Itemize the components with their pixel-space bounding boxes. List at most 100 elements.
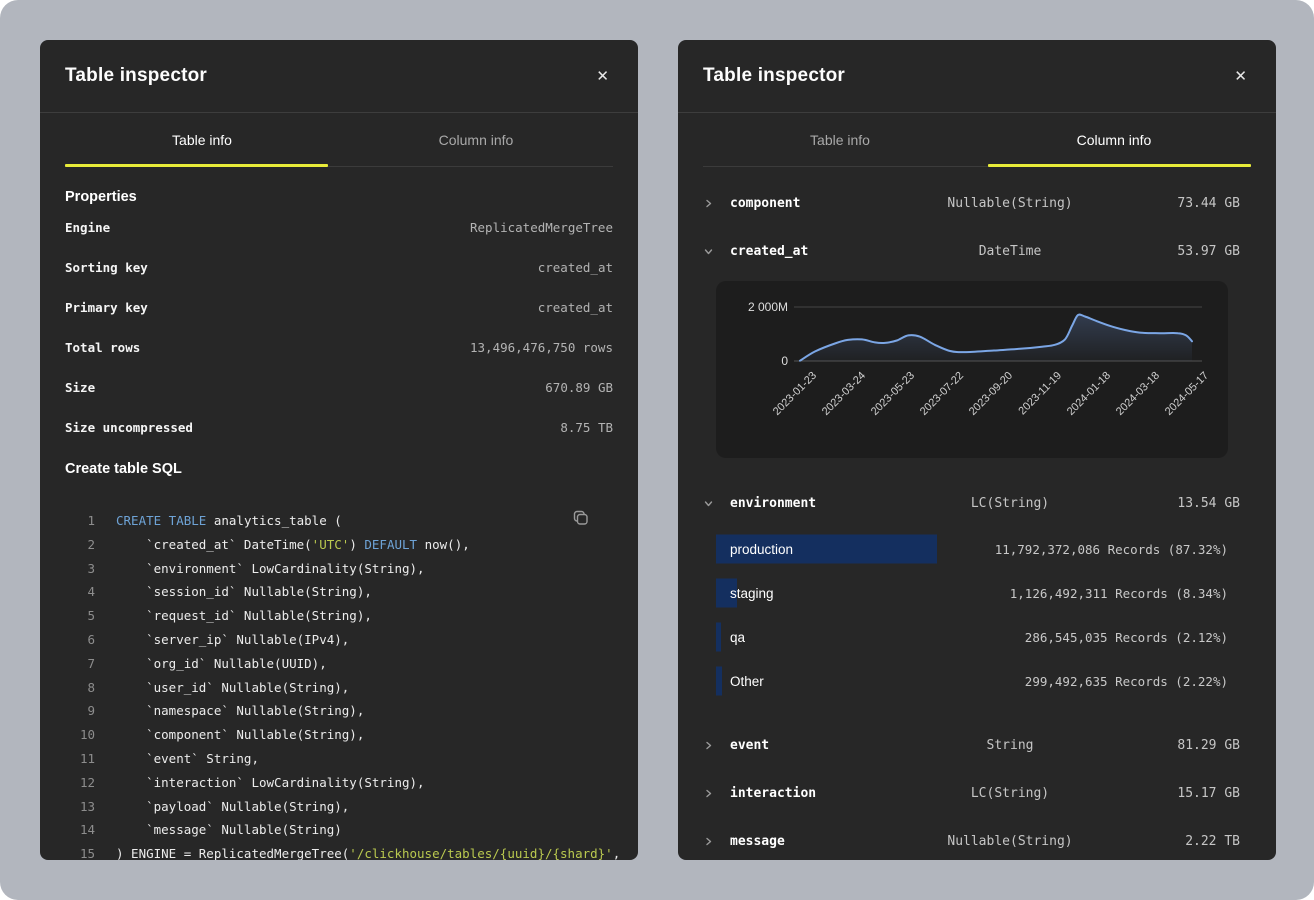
svg-text:2023-11-19: 2023-11-19 (1016, 370, 1064, 418)
environment-value-row: production11,792,372,086 Records (87.32%… (716, 527, 1228, 571)
chevron-right-icon[interactable] (686, 198, 730, 209)
chevron-right-icon[interactable] (686, 740, 730, 751)
environment-value-row: staging1,126,492,311 Records (8.34%) (716, 571, 1228, 615)
modal-title: Table inspector (703, 65, 845, 87)
tab-column-info[interactable]: Column info (977, 113, 1251, 166)
modal-header: Table inspector ✕ (40, 40, 638, 113)
column-type: LC(String) (890, 786, 1130, 801)
column-row-event[interactable]: eventString81.29 GB (678, 721, 1276, 769)
tab-table-info[interactable]: Table info (65, 113, 339, 166)
tab-bar: Table info Column info (703, 113, 1251, 167)
sql-token: ) ENGINE = ReplicatedMergeTree( (116, 846, 349, 860)
sql-token: `created_at` DateTime( (116, 537, 312, 552)
value-records: 286,545,035 Records (2.12%) (1025, 630, 1228, 645)
sql-token: `environment` LowCardinality(String), (116, 561, 425, 576)
sql-code-line: 10 `component` Nullable(String), (65, 723, 613, 747)
modal-header: Table inspector ✕ (678, 40, 1276, 113)
line-number: 10 (65, 723, 95, 747)
line-number: 12 (65, 771, 95, 795)
sql-code-line: 12 `interaction` LowCardinality(String), (65, 771, 613, 795)
sql-token: '/clickhouse/tables/{uuid}/{shard}' (349, 846, 612, 860)
chevron-down-icon[interactable] (686, 246, 730, 257)
line-number: 15 (65, 842, 95, 860)
chevron-down-icon[interactable] (686, 498, 730, 509)
value-records: 299,492,635 Records (2.22%) (1025, 674, 1228, 689)
property-label: Size (65, 380, 95, 395)
column-name: component (730, 196, 890, 211)
close-icon[interactable]: ✕ (592, 65, 613, 88)
sql-code-line: 2 `created_at` DateTime('UTC') DEFAULT n… (65, 533, 613, 557)
svg-text:2024-05-17: 2024-05-17 (1163, 370, 1211, 418)
svg-text:2024-03-18: 2024-03-18 (1114, 370, 1162, 418)
sql-token: `request_id` Nullable(String), (116, 608, 372, 623)
chevron-right-icon[interactable] (686, 836, 730, 847)
value-label: staging (730, 586, 774, 601)
sql-code-line: 6 `server_ip` Nullable(IPv4), (65, 628, 613, 652)
sql-token: `server_ip` Nullable(IPv4), (116, 632, 349, 647)
column-size: 2.22 TB (1130, 834, 1240, 849)
property-label: Size uncompressed (65, 420, 193, 435)
column-name: interaction (730, 786, 890, 801)
column-type: LC(String) (890, 496, 1130, 511)
property-row: Primary keycreated_at (40, 287, 638, 327)
sql-code-line: 5 `request_id` Nullable(String), (65, 604, 613, 628)
sql-code-block: 1CREATE TABLE analytics_table (2 `create… (65, 509, 613, 860)
column-name: environment (730, 496, 890, 511)
table-inspector-modal-table-info: Table inspector ✕ Table info Column info… (40, 40, 638, 860)
sql-code-text: `org_id` Nullable(UUID), (116, 652, 327, 676)
column-row-created_at[interactable]: created_atDateTime53.97 GB (678, 227, 1276, 275)
property-row: Sorting key created_at (40, 247, 638, 287)
sql-code-text: `namespace` Nullable(String), (116, 699, 364, 723)
sql-token: `org_id` Nullable(UUID), (116, 656, 327, 671)
property-value: created_at (538, 260, 613, 275)
tab-table-info[interactable]: Table info (703, 113, 977, 166)
sql-token: CREATE TABLE (116, 513, 206, 528)
sql-token: analytics_table ( (206, 513, 341, 528)
line-number: 6 (65, 628, 95, 652)
column-list: componentNullable(String)73.44 GBcreated… (678, 167, 1276, 860)
tab-bar: Table info Column info (65, 113, 613, 167)
property-value: 13,496,476,750 rows (470, 340, 613, 355)
column-row-environment[interactable]: environmentLC(String)13.54 GB (678, 479, 1276, 527)
line-number: 13 (65, 795, 95, 819)
property-value: ReplicatedMergeTree (470, 220, 613, 235)
sql-code-text: `component` Nullable(String), (116, 723, 364, 747)
svg-text:2023-09-20: 2023-09-20 (967, 370, 1015, 418)
sql-code-text: `environment` LowCardinality(String), (116, 557, 425, 581)
property-label: Sorting key (65, 260, 148, 275)
sql-code-text: `message` Nullable(String) (116, 818, 342, 842)
line-number: 8 (65, 676, 95, 700)
chevron-right-icon[interactable] (686, 788, 730, 799)
svg-text:2023-05-23: 2023-05-23 (869, 370, 917, 418)
column-row-message[interactable]: messageNullable(String)2.22 TB (678, 817, 1276, 860)
sql-code-line: 15 ) ENGINE = ReplicatedMergeTree('/click… (65, 842, 613, 860)
copy-icon[interactable] (570, 507, 591, 531)
column-row-component[interactable]: componentNullable(String)73.44 GB (678, 179, 1276, 227)
sql-code-line: 7 `org_id` Nullable(UUID), (65, 652, 613, 676)
line-number: 2 (65, 533, 95, 557)
line-number: 5 (65, 604, 95, 628)
properties-list: EngineReplicatedMergeTreeSorting keycrea… (40, 207, 638, 447)
environment-values-group: production11,792,372,086 Records (87.32%… (678, 527, 1276, 703)
modal-title: Table inspector (65, 65, 207, 87)
sql-token: `payload` Nullable(String), (116, 799, 349, 814)
close-icon[interactable]: ✕ (1230, 65, 1251, 88)
column-row-interaction[interactable]: interactionLC(String)15.17 GB (678, 769, 1276, 817)
column-size: 73.44 GB (1130, 196, 1240, 211)
sql-code-text: `created_at` DateTime('UTC') DEFAULT now… (116, 533, 470, 557)
tab-column-info[interactable]: Column info (339, 113, 613, 166)
value-records: 11,792,372,086 Records (87.32%) (995, 542, 1228, 557)
sql-code-line: 9 `namespace` Nullable(String), (65, 699, 613, 723)
line-number: 9 (65, 699, 95, 723)
column-size: 81.29 GB (1130, 738, 1240, 753)
sql-code-line: 8 `user_id` Nullable(String), (65, 676, 613, 700)
sql-code-line: 1CREATE TABLE analytics_table ( (65, 509, 613, 533)
property-label: Primary key (65, 300, 148, 315)
sql-token: `user_id` Nullable(String), (116, 680, 349, 695)
property-row: Total rows13,496,476,750 rows (40, 327, 638, 367)
line-number: 11 (65, 747, 95, 771)
svg-text:2 000M: 2 000M (748, 300, 788, 314)
sql-token: , (613, 846, 621, 860)
screen-background: Table inspector ✕ Table info Column info… (0, 0, 1314, 900)
environment-value-row: Other299,492,635 Records (2.22%) (716, 659, 1228, 703)
